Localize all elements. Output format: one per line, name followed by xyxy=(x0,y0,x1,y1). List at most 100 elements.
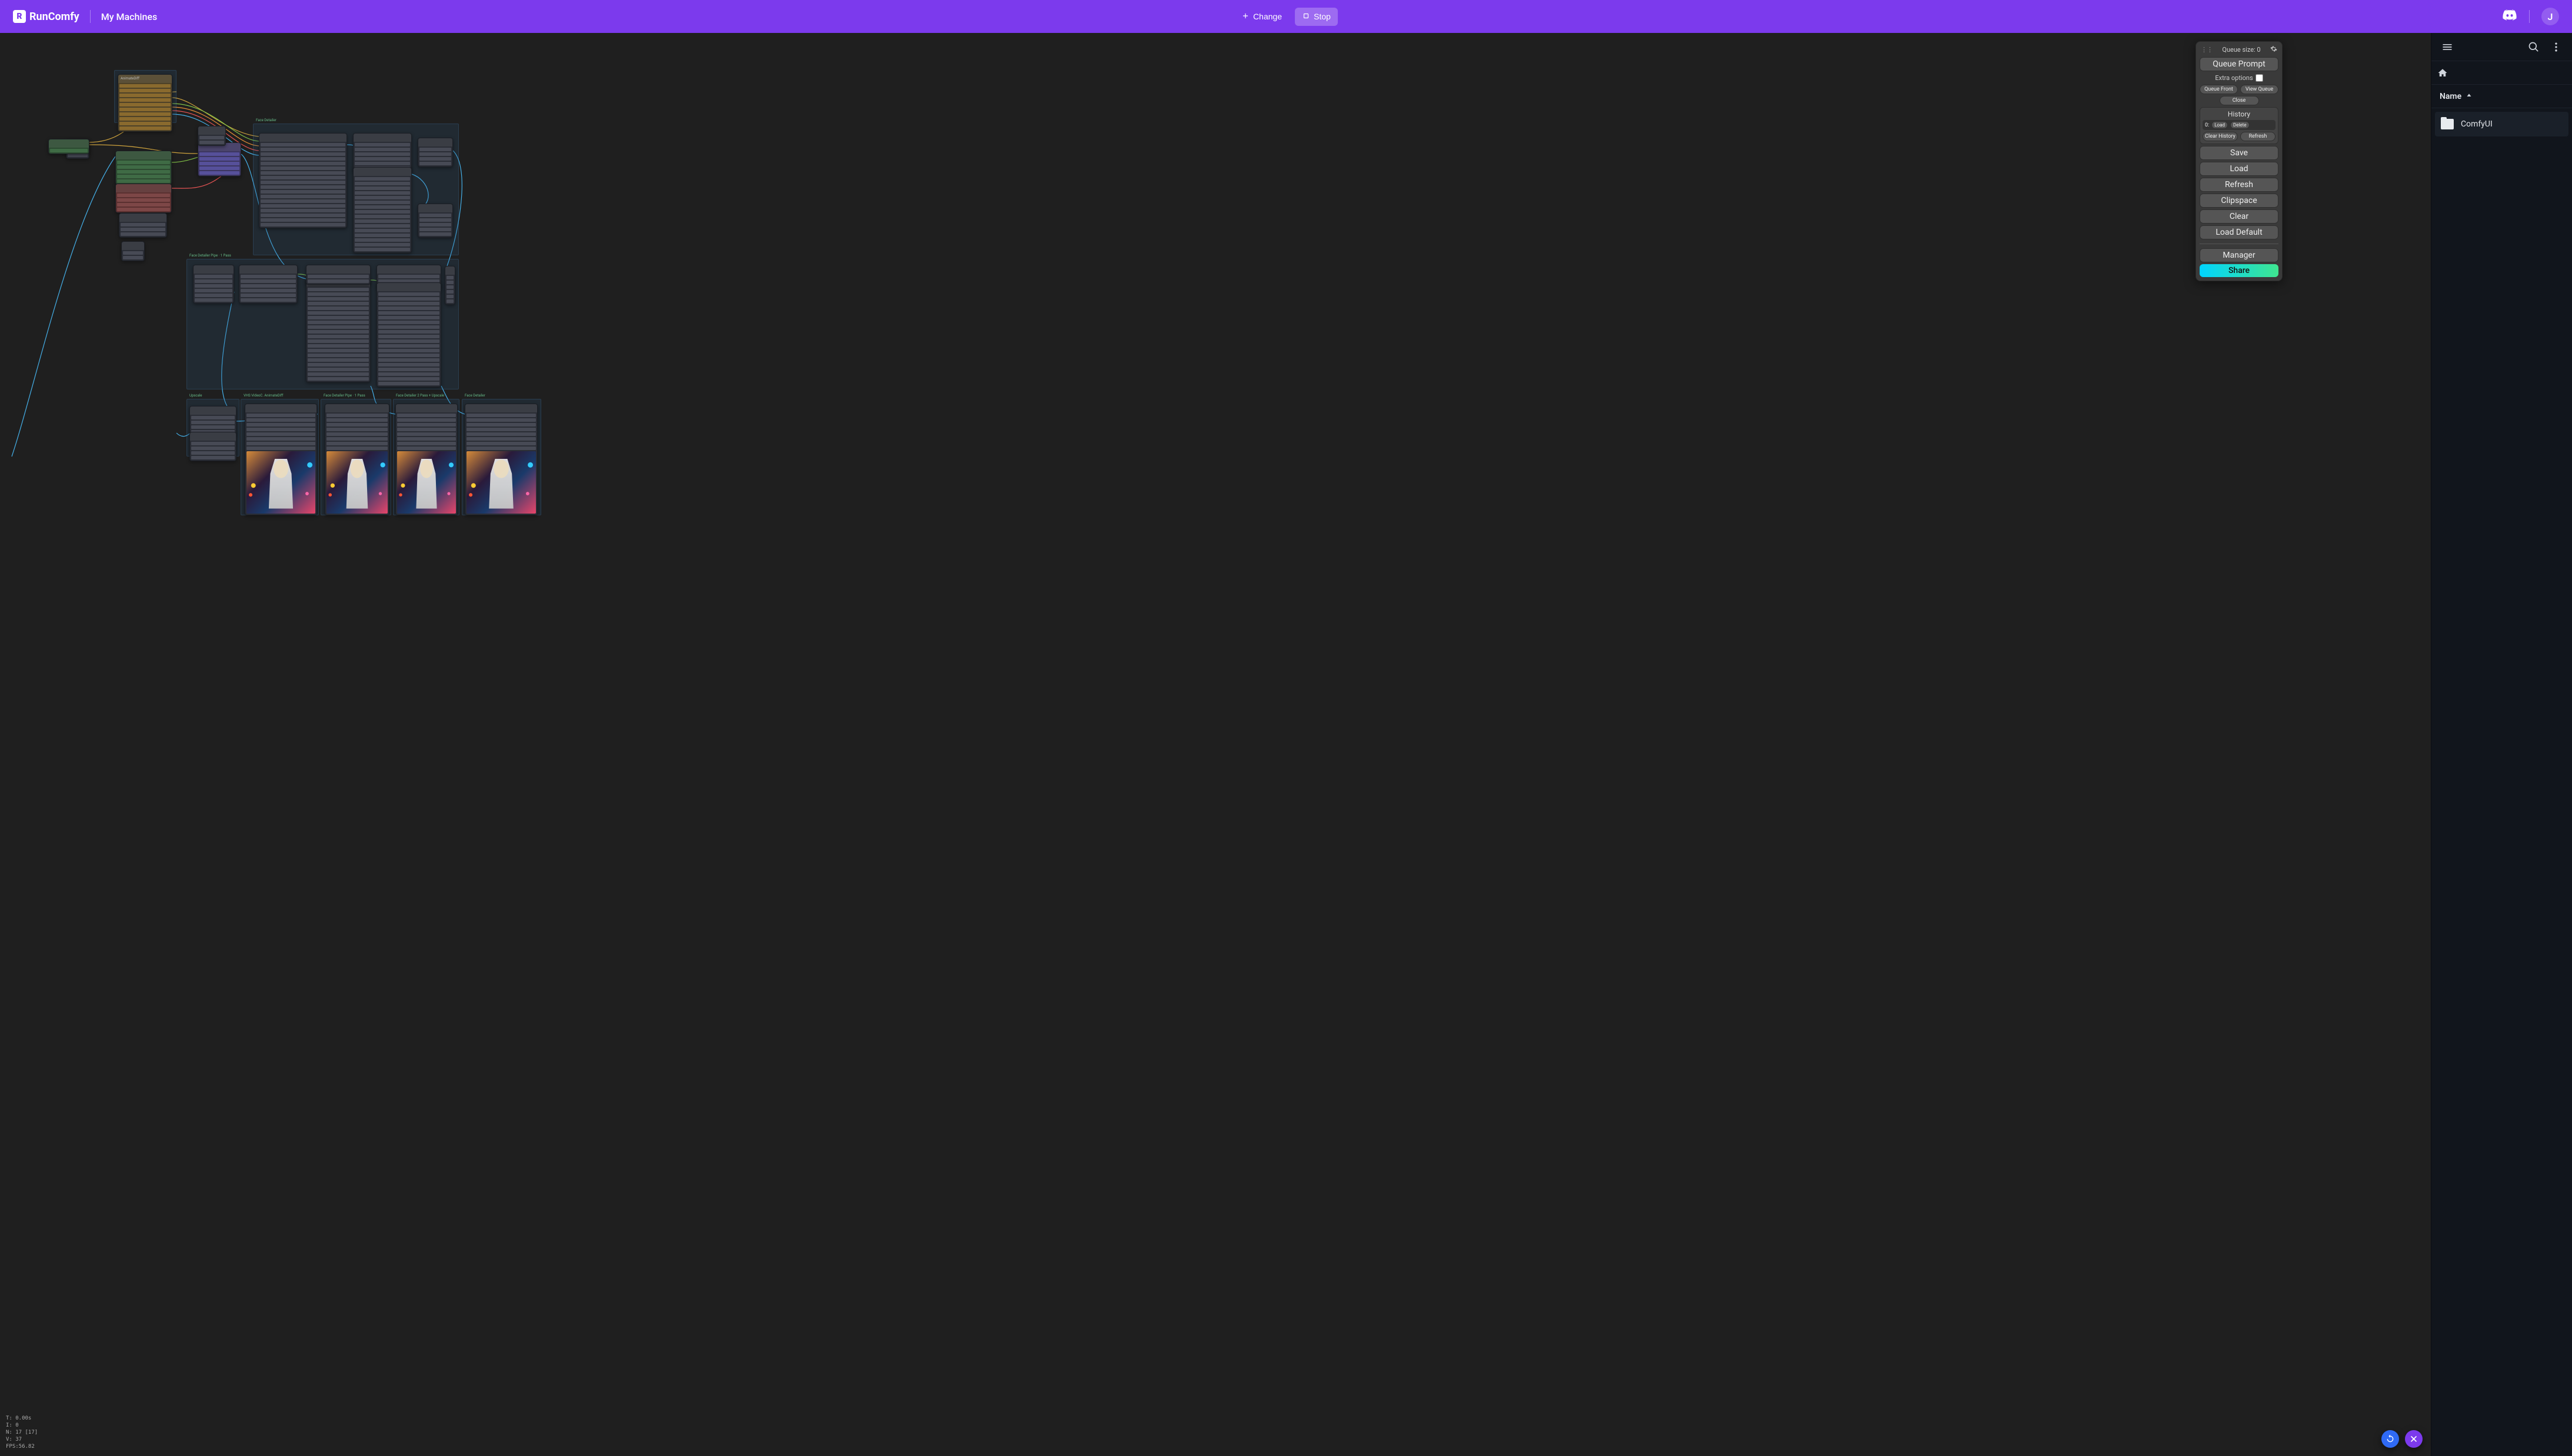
node-row xyxy=(355,191,410,195)
change-button[interactable]: Change xyxy=(1234,8,1289,26)
graph-node[interactable] xyxy=(198,126,226,146)
view-queue-button[interactable]: View Queue xyxy=(2240,85,2278,94)
graph-node[interactable] xyxy=(48,139,89,154)
queue-prompt-button[interactable]: Queue Prompt xyxy=(2200,57,2278,71)
node-row xyxy=(308,339,369,343)
preview-node[interactable] xyxy=(465,404,538,515)
close-button[interactable]: Close xyxy=(2220,96,2259,105)
node-row xyxy=(117,175,170,178)
graph-node[interactable] xyxy=(121,241,145,261)
node-row xyxy=(123,256,143,259)
history-entry[interactable]: 0: Load Delete xyxy=(2203,120,2276,130)
node-row xyxy=(199,141,224,144)
preview-node[interactable] xyxy=(395,404,458,515)
graph-node[interactable] xyxy=(193,265,234,304)
graph-node[interactable] xyxy=(259,133,347,228)
node-row xyxy=(447,295,454,298)
node-row xyxy=(378,330,439,334)
node-row xyxy=(327,447,388,450)
node-row xyxy=(355,162,410,165)
graph-node[interactable]: AnimateDiff xyxy=(118,74,172,132)
graph-node[interactable] xyxy=(189,406,236,435)
clear-history-button[interactable]: Clear History xyxy=(2203,132,2238,141)
gear-icon[interactable] xyxy=(2270,45,2277,54)
folder-icon xyxy=(2441,119,2454,129)
share-button[interactable]: Share xyxy=(2200,264,2278,277)
discord-icon[interactable] xyxy=(2502,8,2517,25)
history-refresh-button[interactable]: Refresh xyxy=(2240,132,2276,141)
clear-button[interactable]: Clear xyxy=(2200,209,2278,224)
node-row xyxy=(308,358,369,362)
search-button[interactable] xyxy=(2524,37,2544,57)
node-row xyxy=(327,418,388,422)
stat-n: N: 17 [17] xyxy=(6,1429,38,1436)
node-row xyxy=(355,210,410,214)
graph-node[interactable] xyxy=(115,151,172,185)
node-row xyxy=(195,284,232,288)
sidebar-toolbar xyxy=(2431,33,2572,61)
close-fab[interactable] xyxy=(2405,1430,2423,1448)
load-default-button[interactable]: Load Default xyxy=(2200,225,2278,239)
clipspace-button[interactable]: Clipspace xyxy=(2200,194,2278,208)
manager-button[interactable]: Manager xyxy=(2200,248,2278,262)
sidebar-breadcrumb[interactable] xyxy=(2431,61,2572,85)
node-canvas[interactable]: Face DetailerFace Detailer Pipe · 1 Pass… xyxy=(0,33,2431,1456)
graph-node[interactable] xyxy=(198,142,241,176)
brand-logo[interactable]: R RunComfy xyxy=(13,10,79,23)
graph-node[interactable] xyxy=(189,432,236,461)
graph-node[interactable] xyxy=(418,138,453,167)
node-row xyxy=(397,432,456,436)
node-row xyxy=(355,186,410,190)
graph-node[interactable] xyxy=(115,184,172,213)
drag-handle-icon[interactable]: ⋮⋮ xyxy=(2201,46,2213,54)
sort-asc-icon xyxy=(2465,92,2473,101)
file-item-comfyui[interactable]: ComfyUI xyxy=(2435,112,2568,136)
node-row xyxy=(261,214,345,217)
node-row xyxy=(467,437,536,441)
graph-node[interactable] xyxy=(418,204,453,238)
history-load-button[interactable]: Load xyxy=(2211,121,2228,129)
node-row xyxy=(378,302,439,305)
node-row xyxy=(191,456,235,459)
stat-v: V: 37 xyxy=(6,1436,38,1443)
node-row xyxy=(261,176,345,179)
extra-options-checkbox[interactable] xyxy=(2256,74,2263,82)
graph-node[interactable] xyxy=(239,265,298,304)
graph-node[interactable] xyxy=(353,167,412,253)
node-row xyxy=(355,234,410,237)
node-row xyxy=(355,224,410,228)
extra-options-toggle[interactable]: Extra options xyxy=(2200,73,2278,83)
node-row xyxy=(241,284,296,288)
node-row xyxy=(241,279,296,283)
node-title xyxy=(122,242,144,250)
graph-node[interactable] xyxy=(377,282,441,387)
sync-icon xyxy=(2386,1434,2395,1444)
preview-node[interactable] xyxy=(325,404,389,515)
column-header-name[interactable]: Name xyxy=(2431,85,2572,108)
stop-icon xyxy=(1302,12,1310,22)
refresh-button[interactable]: Refresh xyxy=(2200,178,2278,192)
queue-front-button[interactable]: Queue Front xyxy=(2200,85,2238,94)
load-button[interactable]: Load xyxy=(2200,162,2278,176)
sync-fab[interactable] xyxy=(2381,1430,2399,1448)
node-row xyxy=(261,199,345,203)
node-row xyxy=(327,442,388,445)
graph-node[interactable] xyxy=(353,133,412,172)
graph-node[interactable] xyxy=(306,278,371,382)
node-row xyxy=(199,136,224,139)
user-avatar[interactable]: J xyxy=(2541,8,2559,25)
stop-button[interactable]: Stop xyxy=(1295,8,1338,26)
graph-node[interactable] xyxy=(445,266,455,305)
nav-my-machines[interactable]: My Machines xyxy=(101,11,157,22)
save-button[interactable]: Save xyxy=(2200,146,2278,160)
graph-node[interactable] xyxy=(306,265,371,285)
more-button[interactable] xyxy=(2546,37,2566,57)
node-row xyxy=(199,152,239,156)
comfy-control-panel[interactable]: ⋮⋮ Queue size: 0 Queue Prompt Extra opti… xyxy=(2195,41,2283,281)
preview-node[interactable] xyxy=(245,404,317,515)
history-delete-button[interactable]: Delete xyxy=(2230,121,2250,129)
node-row xyxy=(261,162,345,165)
menu-button[interactable] xyxy=(2437,37,2457,57)
graph-node[interactable] xyxy=(119,213,167,238)
node-row xyxy=(261,190,345,194)
